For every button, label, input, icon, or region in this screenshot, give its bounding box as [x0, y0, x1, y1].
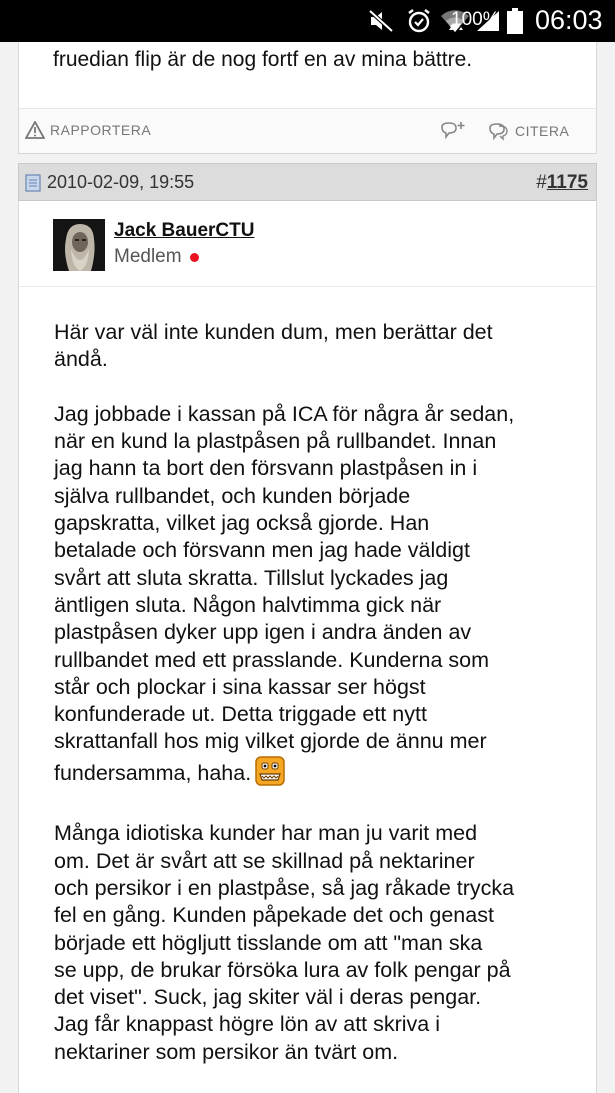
warning-icon [25, 121, 45, 139]
post-paragraph: Här var väl inte kunden dum, men berätta… [54, 320, 493, 372]
post-icon [25, 173, 41, 192]
online-status-icon [189, 252, 199, 262]
previous-post: fruedian flip är de nog fortf en av mina… [18, 42, 597, 154]
quote-label: CITERA [515, 123, 570, 139]
post-date-text: 2010-02-09, 19:55 [47, 172, 195, 192]
quote-plus-icon [439, 121, 467, 141]
battery-percent: 100% [451, 9, 500, 30]
quote-button[interactable]: CITERA [487, 121, 569, 141]
post-header: 2010-02-09, 19:55 #1175 [18, 163, 597, 201]
author-name[interactable]: Jack BauerCTU [114, 220, 254, 242]
post-body: Jack BauerCTU Medlem Här var väl inte ku… [18, 201, 597, 1093]
post-number[interactable]: #1175 [536, 172, 588, 194]
report-label: RAPPORTERA [50, 122, 152, 138]
alarm-icon [404, 7, 434, 35]
clock: 06:03 [535, 5, 603, 35]
report-button[interactable]: RAPPORTERA [25, 121, 151, 139]
post-paragraph: Många idiotiska kunder har man ju varit … [54, 821, 515, 1064]
previous-post-text: fruedian flip är de nog fortf en av mina… [53, 48, 473, 71]
multi-quote-button[interactable] [439, 121, 467, 141]
quote-icon [487, 121, 511, 141]
divider [19, 286, 596, 287]
mute-icon [366, 7, 396, 35]
post-paragraph: Jag jobbade i kassan på ICA för några år… [54, 401, 515, 785]
post-number-link[interactable]: 1175 [547, 172, 588, 193]
avatar[interactable] [53, 219, 105, 271]
battery-icon [507, 8, 523, 34]
grin-emoji-icon [255, 756, 285, 793]
post-content: Här var väl inte kunden dum, men berätta… [54, 319, 574, 1093]
post-actions: RAPPORTERA CITERA [19, 109, 596, 153]
author-role-label: Medlem [114, 246, 182, 267]
author-role: Medlem [114, 246, 199, 268]
post-date: 2010-02-09, 19:55 [25, 172, 194, 193]
post-number-prefix: # [536, 172, 547, 193]
status-bar: 100% 06:03 [0, 0, 615, 42]
post-paragraph-with-emoji: Jag jobbade i kassan på ICA för några år… [54, 401, 574, 793]
